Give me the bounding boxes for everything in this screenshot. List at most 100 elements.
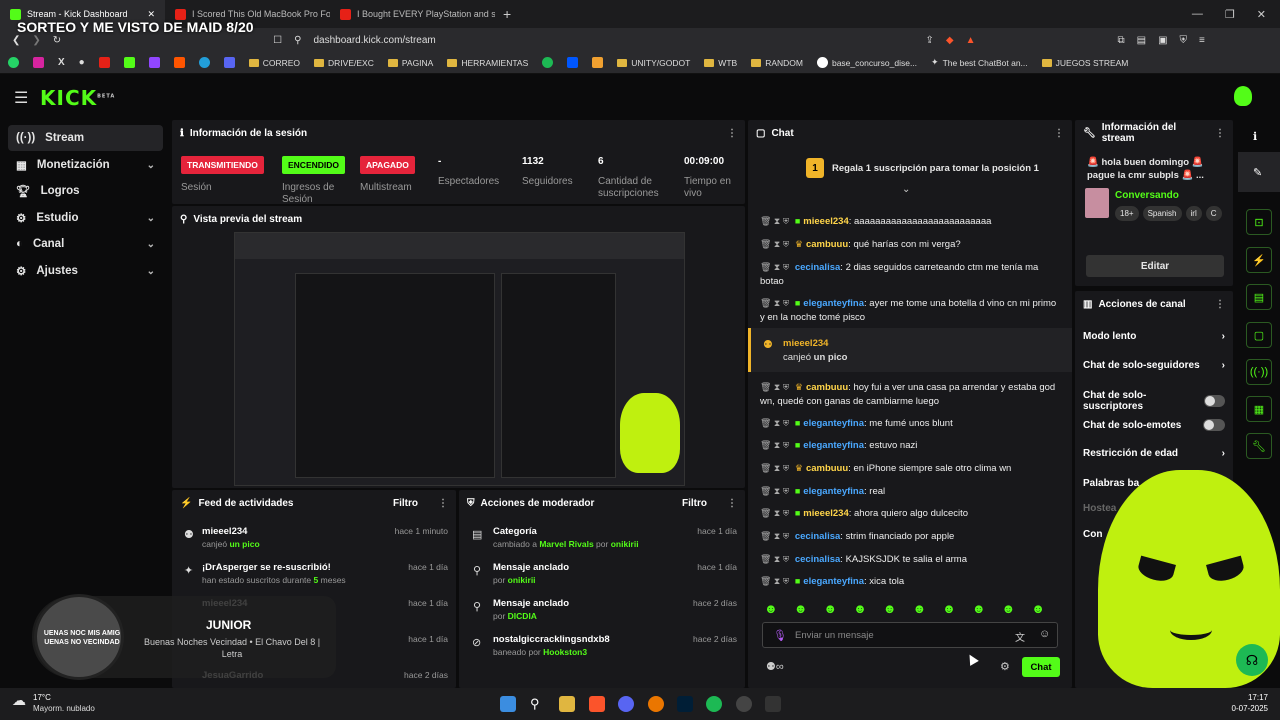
more-options-icon[interactable]: ⋮ <box>1215 299 1225 310</box>
soundcloud-icon[interactable] <box>173 57 185 68</box>
mod-tools-icon[interactable]: 🗑︎ ⧗ ⛨ <box>760 296 789 310</box>
more-options-icon[interactable]: ⋮ <box>727 128 737 139</box>
search-icon[interactable]: ⚲ <box>530 696 546 712</box>
bookmark-juegos[interactable]: JUEGOS STREAM <box>1041 58 1128 68</box>
hamburger-icon[interactable]: ☰ <box>14 88 28 108</box>
weather-desc[interactable]: Mayorm. nublado <box>33 704 95 713</box>
rail-button-list[interactable]: ▤ <box>1246 284 1272 310</box>
mod-tools-icon[interactable]: 🗑︎ ⧗ ⛨ <box>760 506 789 520</box>
kick-icon[interactable] <box>123 57 135 68</box>
pencil-icon[interactable]: ✎ <box>1253 166 1262 179</box>
edit-stream-button[interactable]: Editar <box>1086 255 1224 277</box>
emote-icon[interactable]: ☻ <box>883 601 897 616</box>
chat-message[interactable]: 🗑︎ ⧗ ⛨ ■ eleganteyfina: xica tola <box>760 574 1060 589</box>
emote-icon[interactable]: ☻ <box>1002 601 1016 616</box>
emoji-icon[interactable]: ☺ <box>1039 628 1050 640</box>
emotes-only-setting[interactable]: Chat de solo-emotes <box>1083 419 1225 431</box>
chat-message[interactable]: 🗑︎ ⧗ ⛨ ■ eleganteyfina: real <box>760 484 1060 499</box>
rail-button-bolt[interactable]: ⚡ <box>1246 247 1272 273</box>
mod-tools-icon[interactable]: 🗑︎ ⧗ ⛨ <box>760 237 789 251</box>
chat-message[interactable]: 🗑︎ ⧗ ⛨ ♛ cambuuu: hoy fui a ver una casa … <box>760 380 1060 409</box>
brave-rewards-icon[interactable]: ▲ <box>966 35 976 46</box>
bookmark-pagina[interactable]: PAGINA <box>387 58 433 68</box>
rail-button-layout[interactable]: ▦ <box>1246 396 1272 422</box>
emotes-only-toggle[interactable] <box>1203 419 1225 431</box>
chat-user[interactable]: mieeel234 <box>803 216 848 227</box>
url-field[interactable]: dashboard.kick.com/stream <box>313 35 913 46</box>
chat-user[interactable]: cambuuu <box>806 463 848 474</box>
mod-tools-icon[interactable]: 🗑︎ ⧗ ⛨ <box>760 260 789 274</box>
vpn-icon[interactable]: ⛨ <box>1180 35 1188 46</box>
discord-icon[interactable] <box>223 57 235 68</box>
chat-user[interactable]: cambuuu <box>806 382 848 393</box>
sidebar-item-logros[interactable]: 🏆︎ Logros <box>8 178 163 204</box>
sidebar-toggle-icon[interactable]: ▤ <box>1137 35 1146 46</box>
windows-start-icon[interactable] <box>500 696 516 712</box>
support-headset-icon[interactable]: ☊ <box>1236 644 1268 676</box>
minimize-icon[interactable]: — <box>1192 8 1203 21</box>
brave-shield-icon[interactable]: ◆ <box>946 35 954 46</box>
chat-user[interactable]: cecinalisa <box>795 554 840 565</box>
browser-tab-youtube-2[interactable]: I Bought EVERY PlayStation and some <box>330 0 495 28</box>
emote-icon[interactable]: ☻ <box>1031 601 1045 616</box>
bookmark-wtb[interactable]: WTB <box>704 58 737 68</box>
bookmark-icon[interactable]: ☐ <box>273 35 282 46</box>
telegram-icon[interactable] <box>198 57 210 68</box>
sidebar-item-monetizacion[interactable]: ▦ Monetización ⌄ <box>8 152 163 178</box>
emote-icon[interactable]: ☻ <box>764 601 778 616</box>
bookmark-chatbot[interactable]: ✦ The best ChatBot an... <box>931 57 1028 68</box>
menu-icon[interactable]: ≡ <box>1199 35 1205 46</box>
chat-message[interactable]: 🗑︎ ⧗ ⛨ cecinalisa: strim financiado por … <box>760 529 1060 544</box>
more-options-icon[interactable]: ⋮ <box>438 498 448 509</box>
mod-tools-icon[interactable]: 🗑︎ ⧗ ⛨ <box>760 574 789 588</box>
emote-icon[interactable]: ☻ <box>942 601 956 616</box>
forward-icon[interactable]: ❯ <box>32 35 40 46</box>
x-icon[interactable]: X <box>58 57 65 68</box>
photoshop-icon[interactable] <box>677 696 693 712</box>
redeem-user[interactable]: mieeel234 <box>783 338 828 349</box>
subscribers-only-toggle[interactable] <box>1203 395 1225 407</box>
mod-tools-icon[interactable]: 🗑︎ ⧗ ⛨ <box>760 552 789 566</box>
more-options-icon[interactable]: ⋮ <box>1054 128 1064 139</box>
bookmark-app-icon[interactable] <box>592 57 604 68</box>
send-chat-button[interactable]: Chat <box>1022 657 1060 677</box>
mod-tools-icon[interactable]: 🗑︎ ⧗ ⛨ <box>760 416 789 430</box>
chat-message[interactable]: 🗑︎ ⧗ ⛨ ■ mieeel234: aaaaaaaaaaaaaaaaaaaaa… <box>760 214 1060 229</box>
mod-tools-icon[interactable]: 🗑︎ ⧗ ⛨ <box>760 380 789 394</box>
emote-icon[interactable]: ☻ <box>912 601 926 616</box>
clock-time[interactable]: 17:17 <box>1232 693 1268 702</box>
twitch-icon[interactable] <box>148 57 160 68</box>
reload-icon[interactable]: ↻ <box>53 35 61 46</box>
bookmark-app-icon[interactable] <box>542 57 554 68</box>
rail-button-broadcast[interactable]: ((·)) <box>1246 359 1272 385</box>
mod-tools-icon[interactable]: 🗑︎ ⧗ ⛨ <box>760 438 789 452</box>
chat-message[interactable]: 🗑︎ ⧗ ⛨ cecinalisa: KAJSKSJDK te salia el… <box>760 552 1060 567</box>
behance-icon[interactable] <box>567 57 579 68</box>
mod-tools-icon[interactable]: 🗑︎ ⧗ ⛨ <box>760 214 789 228</box>
site-info-icon[interactable]: ⚲ <box>294 35 301 46</box>
chat-input[interactable]: 🎙︎ Enviar un mensaje 文 ☺ <box>762 622 1058 648</box>
info-icon[interactable]: ℹ <box>1253 130 1257 143</box>
wallet-icon[interactable]: ▣ <box>1158 35 1167 46</box>
close-tab-icon[interactable]: ✕ <box>147 9 155 20</box>
youtube-icon[interactable] <box>98 57 110 68</box>
bookmark-random[interactable]: RANDOM <box>751 58 803 68</box>
stream-preview-video[interactable] <box>234 232 685 486</box>
brave-browser-icon[interactable] <box>589 696 605 712</box>
emote-icon[interactable]: ☻ <box>972 601 986 616</box>
chat-message[interactable]: 🗑︎ ⧗ ⛨ ■ eleganteyfina: me fumé unos blun… <box>760 416 1060 431</box>
kick-logo[interactable]: KICKBETA <box>40 86 115 110</box>
close-window-icon[interactable]: ✕ <box>1257 8 1266 21</box>
app-icon[interactable] <box>765 696 781 712</box>
instagram-icon[interactable] <box>33 57 44 68</box>
maximize-icon[interactable]: ❐ <box>1225 8 1235 21</box>
sidebar-item-ajustes[interactable]: ⚙ Ajustes ⌄ <box>8 258 163 284</box>
chat-message[interactable]: 🗑︎ ⧗ ⛨ ■ eleganteyfina: estuvo nazi <box>760 438 1060 453</box>
chat-user[interactable]: eleganteyfina <box>803 576 864 587</box>
points-icon[interactable]: ⚉∞ <box>766 660 784 673</box>
sidebar-item-stream[interactable]: ((·)) Stream <box>8 125 163 151</box>
rail-button-capture[interactable]: ⊡ <box>1246 209 1272 235</box>
chat-message[interactable]: 🗑︎ ⧗ ⛨ ♛ cambuuu: en iPhone siempre sale … <box>760 461 1060 476</box>
apple-icon[interactable]: ● <box>79 57 85 68</box>
more-options-icon[interactable]: ⋮ <box>727 498 737 509</box>
